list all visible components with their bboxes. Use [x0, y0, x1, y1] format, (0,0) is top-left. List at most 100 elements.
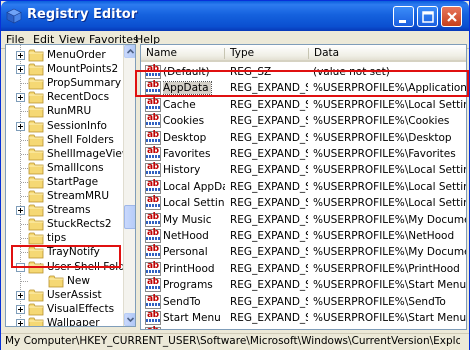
window-title: Registry Editor: [27, 7, 138, 22]
string-value-icon: ab: [145, 228, 161, 243]
folder-icon: [28, 218, 44, 231]
value-data: %USERPROFILE%\My Documents: [313, 246, 466, 259]
expand-icon[interactable]: [16, 65, 25, 75]
maximize-button[interactable]: [417, 6, 438, 27]
value-name-text: Personal: [163, 246, 208, 259]
column-separator[interactable]: [308, 48, 309, 59]
registry-tree[interactable]: MenuOrder MountPoints2 PropSummary Recen…: [5, 44, 136, 327]
folder-icon: [28, 317, 44, 326]
value-type: REG_EXPAND_SZ: [230, 295, 308, 308]
column-header-name[interactable]: Name: [141, 45, 225, 62]
expand-icon[interactable]: [16, 304, 25, 314]
value-data: %USERPROFILE%\NetHood: [313, 230, 455, 242]
value-data: %USERPROFILE%\Start Menu\Progra: [313, 327, 466, 329]
title-bar[interactable]: Registry Editor: [1, 1, 469, 31]
tree-item-label: New: [67, 274, 90, 287]
value-name: Cache: [163, 98, 225, 112]
close-button[interactable]: [441, 6, 462, 27]
folder-icon: [28, 120, 44, 132]
string-value-icon: ab: [145, 146, 161, 161]
scroll-up-button[interactable]: [124, 45, 135, 58]
value-type: REG_EXPAND_SZ: [230, 164, 308, 177]
value-name-text: Favorites: [163, 148, 211, 160]
value-type: REG_EXPAND_SZ: [230, 148, 308, 160]
expand-icon[interactable]: [16, 51, 25, 60]
tree-connector: [21, 111, 28, 113]
value-name-text: Local Settings: [163, 197, 225, 210]
minimize-button[interactable]: [393, 6, 414, 27]
expand-icon[interactable]: [16, 318, 25, 326]
folder-icon: [28, 49, 44, 62]
registry-value-row[interactable]: ab Local AppData REG_EXPAND_SZ %USERPROF…: [141, 179, 466, 195]
tree-item-label: Streams: [47, 204, 91, 217]
value-type: REG_EXPAND_SZ: [230, 115, 308, 128]
tree-item-label: tips: [47, 232, 67, 245]
registry-value-row[interactable]: ab SendTo REG_EXPAND_SZ %USERPROFILE%\Se…: [141, 294, 466, 310]
folder-icon: [28, 77, 44, 90]
registry-value-row[interactable]: ab Local Settings REG_EXPAND_SZ %USERPRO…: [141, 195, 467, 211]
string-value-icon: ab: [145, 310, 161, 325]
string-value-icon: ab: [145, 113, 161, 129]
string-value-icon: ab: [145, 179, 161, 194]
tree-item-label: VisualEffects: [47, 302, 115, 315]
tree-item-label: StreamMRU: [47, 190, 110, 202]
value-type: REG_EXPAND_SZ: [230, 312, 308, 324]
column-separator[interactable]: [224, 48, 225, 59]
value-name-text: Desktop: [163, 131, 207, 144]
registry-value-row[interactable]: ab Cookies REG_EXPAND_SZ %USERPROFILE%\C…: [141, 113, 466, 129]
value-data: %USERPROFILE%\Start Menu\Progra: [313, 279, 467, 292]
registry-path: My Computer\HKEY_CURRENT_USER\Software\M…: [5, 335, 460, 347]
string-value-icon: ab: [145, 244, 161, 260]
expand-icon[interactable]: [16, 290, 25, 300]
registry-value-row[interactable]: ab Personal REG_EXPAND_SZ %USERPROFILE%\…: [141, 244, 466, 260]
string-value-icon: ab: [145, 212, 161, 227]
tree-connector: [21, 83, 28, 85]
folder-icon: [28, 134, 44, 146]
tree-connector: [21, 224, 28, 226]
scroll-thumb[interactable]: [124, 205, 135, 229]
value-data: %USERPROFILE%\Desktop: [313, 131, 452, 144]
value-data: %USERPROFILE%\Start Menu: [313, 312, 467, 324]
registry-value-row[interactable]: ab History REG_EXPAND_SZ %USERPROFILE%\L…: [141, 162, 466, 178]
string-value-icon: ab: [145, 277, 161, 293]
value-data: %USERPROFILE%\Local Settings: [313, 197, 467, 210]
value-name: Personal: [163, 245, 225, 259]
registry-value-row[interactable]: ab NetHood REG_EXPAND_SZ %USERPROFILE%\N…: [141, 228, 466, 244]
value-name-text: Cache: [163, 98, 196, 111]
string-value-icon: ab: [145, 326, 161, 329]
registry-value-row[interactable]: ab Desktop REG_EXPAND_SZ %USERPROFILE%\D…: [141, 130, 466, 146]
folder-icon: [28, 176, 44, 189]
registry-value-row[interactable]: ab Favorites REG_EXPAND_SZ %USERPROFILE%…: [141, 146, 466, 162]
folder-icon: [28, 148, 44, 161]
value-type: REG_EXPAND_SZ: [230, 246, 308, 259]
expand-icon[interactable]: [16, 93, 25, 103]
column-header-type[interactable]: Type: [225, 45, 309, 62]
value-name-text: PrintHood: [163, 262, 215, 275]
value-type: REG_EXPAND_SZ: [230, 230, 308, 242]
tree-item[interactable]: Wallpaper: [6, 315, 122, 326]
expand-icon[interactable]: [16, 121, 25, 131]
registry-value-row[interactable]: ab Start Menu REG_EXPAND_SZ %USERPROFILE…: [141, 310, 467, 326]
registry-editor-window: Registry Editor File Edit View Favorites…: [0, 0, 470, 350]
value-name: SendTo: [163, 295, 225, 309]
folder-icon: [28, 63, 44, 76]
tree-item-label: SmallIcons: [47, 161, 104, 174]
folder-icon: [28, 91, 44, 104]
registry-value-row[interactable]: ab Startup REG_EXPAND_SZ %USERPROFILE%\S…: [141, 326, 466, 329]
value-type: REG_EXPAND_SZ: [230, 279, 308, 292]
scroll-down-button[interactable]: [124, 313, 135, 326]
value-name-text: History: [163, 164, 201, 177]
value-name-text: Local AppData: [163, 180, 225, 193]
value-data: %USERPROFILE%\PrintHood: [313, 262, 460, 275]
minimize-icon: [399, 20, 406, 23]
registry-value-row[interactable]: ab Programs REG_EXPAND_SZ %USERPROFILE%\…: [141, 277, 467, 293]
registry-value-row[interactable]: ab PrintHood REG_EXPAND_SZ %USERPROFILE%…: [141, 261, 466, 277]
column-header-data[interactable]: Data: [309, 45, 466, 62]
string-value-icon: ab: [145, 130, 161, 145]
string-value-icon: ab: [145, 195, 161, 211]
tree-item-label: RecentDocs: [47, 91, 110, 104]
expand-icon[interactable]: [16, 206, 25, 216]
registry-value-row[interactable]: ab My Music REG_EXPAND_SZ %USERPROFILE%\…: [141, 212, 466, 228]
registry-value-row[interactable]: ab Cache REG_EXPAND_SZ %USERPROFILE%\Loc…: [141, 97, 466, 113]
value-data: %USERPROFILE%\SendTo: [313, 295, 446, 308]
